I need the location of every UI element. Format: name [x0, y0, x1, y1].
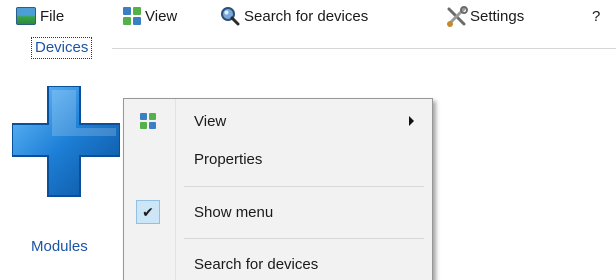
- context-separator: [184, 186, 424, 187]
- submenu-arrow-icon: [409, 116, 414, 126]
- grid-view-icon: [140, 113, 156, 129]
- context-item-search-devices[interactable]: Search for devices: [124, 248, 432, 280]
- devices-group-label: Devices: [31, 37, 93, 59]
- context-item-show-menu[interactable]: ✔ Show menu: [124, 196, 432, 228]
- context-item-view-label: View: [194, 112, 227, 130]
- context-item-properties[interactable]: Properties: [124, 143, 432, 175]
- tools-icon: [446, 6, 468, 27]
- app-window: File View Search for devices Settings ? …: [0, 0, 616, 280]
- group-divider: [112, 48, 616, 49]
- menu-view[interactable]: View: [117, 0, 183, 32]
- context-item-view[interactable]: View: [124, 105, 432, 137]
- menu-settings-label: Settings: [470, 7, 525, 25]
- modules-label: Modules: [31, 238, 88, 255]
- menu-search-label: Search for devices: [244, 7, 369, 25]
- menu-help-label: ?: [592, 7, 601, 25]
- modules-tile[interactable]: Modules: [12, 86, 120, 266]
- monitor-icon: [16, 7, 36, 25]
- menu-file-label: File: [40, 7, 65, 25]
- checkmark-icon: ✔: [136, 200, 160, 224]
- grid-view-icon: [123, 7, 141, 25]
- menu-view-label: View: [145, 7, 178, 25]
- menu-settings[interactable]: Settings: [440, 0, 530, 32]
- context-item-properties-label: Properties: [194, 150, 263, 168]
- menu-file[interactable]: File: [10, 0, 70, 32]
- context-menu: View Properties ✔ Show menu Search for d…: [123, 98, 433, 280]
- context-item-search-label: Search for devices: [194, 255, 319, 273]
- magnifier-icon: [220, 6, 240, 26]
- context-separator: [184, 238, 424, 239]
- menu-help[interactable]: ?: [586, 0, 606, 32]
- menubar: File View Search for devices Settings ?: [0, 0, 616, 32]
- menu-search-devices[interactable]: Search for devices: [214, 0, 374, 32]
- blue-plus-icon: [12, 86, 120, 197]
- context-item-show-menu-label: Show menu: [194, 203, 274, 221]
